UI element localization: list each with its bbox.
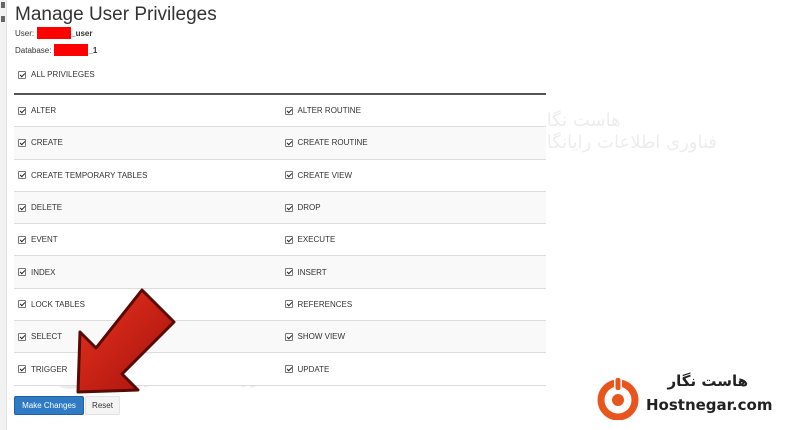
- all-privileges-label: ALL PRIVILEGES: [31, 70, 95, 79]
- brand-name-fa: هاست نگار: [667, 372, 748, 390]
- privilege-row: EVENT EXECUTE: [14, 224, 547, 257]
- privilege-checkbox[interactable]: EVENT: [14, 224, 280, 255]
- checkmark-icon[interactable]: [18, 70, 26, 79]
- brand-badge: هاست نگار Hostnegar.com: [596, 372, 786, 422]
- privilege-label: DELETE: [31, 203, 63, 213]
- privilege-label: TRIGGER: [31, 364, 68, 374]
- privilege-label: CREATE VIEW: [297, 170, 353, 180]
- make-changes-button[interactable]: Make Changes: [14, 396, 84, 415]
- redacted-database: [54, 44, 89, 56]
- checkmark-icon[interactable]: [284, 235, 293, 244]
- privilege-label: ALTER ROUTINE: [297, 106, 361, 116]
- privilege-row: INDEX INSERT: [14, 256, 547, 289]
- privilege-label: CREATE: [31, 138, 63, 148]
- privilege-label: ALTER: [31, 106, 57, 116]
- privilege-checkbox[interactable]: DROP: [280, 192, 547, 223]
- privilege-label: INDEX: [31, 267, 56, 277]
- edge-marker: [1, 16, 5, 22]
- database-suffix: _1: [88, 45, 98, 55]
- privilege-checkbox[interactable]: DELETE: [14, 192, 280, 223]
- privilege-label: DROP: [297, 203, 321, 213]
- user-suffix: _user: [71, 28, 93, 38]
- privilege-checkbox[interactable]: CREATE VIEW: [280, 160, 547, 191]
- privilege-checkbox[interactable]: INSERT: [280, 256, 547, 287]
- edge-marker: [1, 2, 5, 8]
- privilege-label: SHOW VIEW: [297, 332, 346, 342]
- page-title: Manage User Privileges: [15, 4, 217, 25]
- checkmark-icon[interactable]: [18, 235, 26, 244]
- privilege-checkbox[interactable]: CREATE TEMPORARY TABLES: [14, 160, 280, 191]
- database-label: Database:: [15, 45, 52, 55]
- checkmark-icon[interactable]: [18, 300, 26, 309]
- all-privileges-checkbox[interactable]: ALL PRIVILEGES: [18, 70, 95, 79]
- reset-button[interactable]: Reset: [85, 396, 120, 415]
- privilege-label: CREATE TEMPORARY TABLES: [31, 170, 148, 180]
- checkmark-icon[interactable]: [18, 332, 26, 341]
- checkmark-icon[interactable]: [284, 332, 293, 341]
- red-arrow-icon: [76, 288, 176, 394]
- checkmark-icon[interactable]: [284, 106, 293, 115]
- privilege-row: CREATE CREATE ROUTINE: [14, 127, 547, 160]
- privilege-row: CREATE TEMPORARY TABLES CREATE VIEW: [14, 159, 547, 192]
- checkmark-icon[interactable]: [284, 300, 293, 309]
- privilege-label: REFERENCES: [297, 299, 353, 309]
- database-info: Database: _1: [15, 44, 97, 56]
- privilege-checkbox[interactable]: ALTER: [14, 95, 280, 126]
- user-label: User:: [15, 28, 35, 38]
- brand-name-en: Hostnegar.com: [646, 396, 773, 414]
- privilege-checkbox[interactable]: REFERENCES: [280, 289, 547, 320]
- privilege-checkbox[interactable]: CREATE ROUTINE: [280, 127, 547, 158]
- checkmark-icon[interactable]: [18, 138, 26, 147]
- privilege-label: UPDATE: [297, 364, 330, 374]
- privilege-checkbox[interactable]: CREATE: [14, 127, 280, 158]
- watermark-line1: هاست نگار: [538, 110, 621, 132]
- checkmark-icon[interactable]: [284, 268, 293, 277]
- privilege-label: SELECT: [31, 332, 63, 342]
- privilege-row: DELETE DROP: [14, 191, 547, 225]
- checkmark-icon[interactable]: [284, 203, 293, 212]
- checkmark-icon[interactable]: [284, 138, 293, 147]
- checkmark-icon[interactable]: [18, 171, 26, 180]
- privilege-row: ALTER ALTER ROUTINE: [14, 95, 547, 128]
- checkmark-icon[interactable]: [284, 365, 293, 374]
- privilege-checkbox[interactable]: INDEX: [14, 256, 280, 287]
- checkmark-icon[interactable]: [18, 106, 26, 115]
- hostnegar-logo-icon: [597, 376, 639, 420]
- checkmark-icon[interactable]: [18, 203, 26, 212]
- privilege-label: INSERT: [297, 267, 327, 277]
- checkmark-icon[interactable]: [18, 268, 26, 277]
- user-info: User: _user: [15, 27, 92, 39]
- redacted-username: [37, 27, 72, 39]
- privilege-checkbox[interactable]: UPDATE: [280, 353, 547, 384]
- checkmark-icon[interactable]: [284, 171, 293, 180]
- privilege-label: CREATE ROUTINE: [297, 138, 368, 148]
- left-panel-edge: [0, 0, 7, 430]
- privilege-checkbox[interactable]: ALTER ROUTINE: [280, 95, 547, 126]
- privilege-label: EVENT: [31, 235, 58, 245]
- checkmark-icon[interactable]: [18, 365, 26, 374]
- privilege-checkbox[interactable]: EXECUTE: [280, 224, 547, 255]
- privilege-checkbox[interactable]: SHOW VIEW: [280, 321, 547, 352]
- watermark-line2: فناوری اطلاعات رایانگار: [538, 132, 717, 153]
- privilege-label: EXECUTE: [297, 235, 336, 245]
